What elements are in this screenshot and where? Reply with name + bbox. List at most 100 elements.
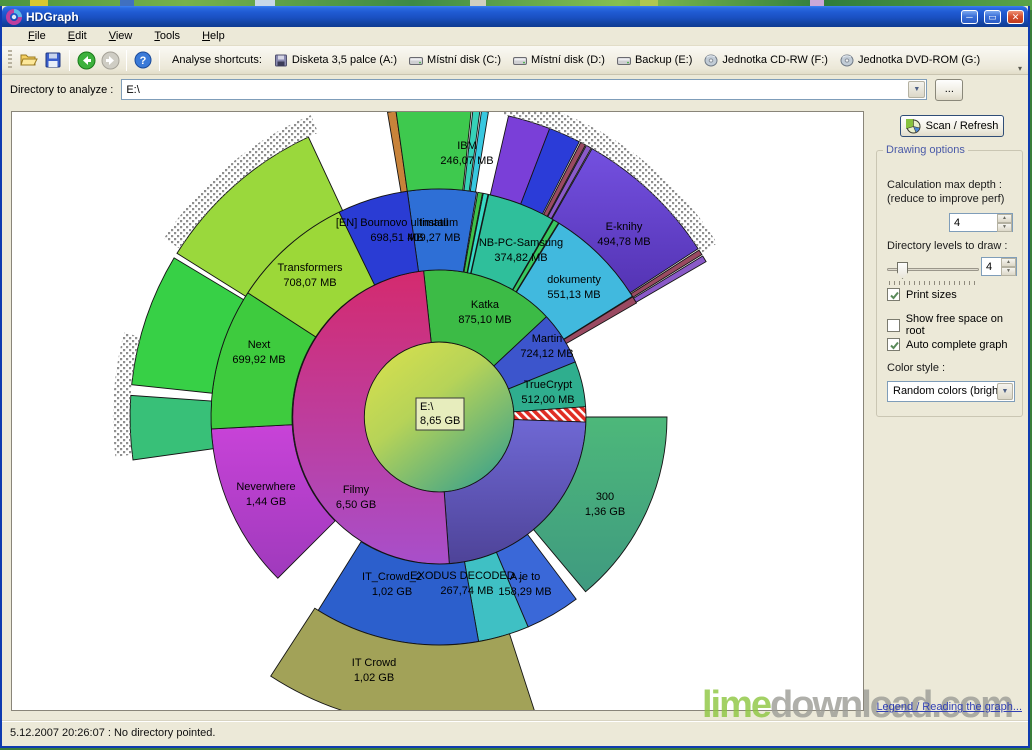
menu-item-help[interactable]: Help: [192, 28, 235, 44]
drive-shortcut-f[interactable]: Jednotka CD-RW (F:): [698, 52, 834, 69]
wedge-label: 1,02 GB: [372, 586, 412, 598]
drive-shortcut-g[interactable]: Jednotka DVD-ROM (G:): [834, 52, 986, 69]
window-title: HDGraph: [26, 10, 955, 24]
minimize-button[interactable]: ─: [961, 10, 978, 24]
spin-down-button[interactable]: ▼: [1001, 267, 1016, 276]
spin-down-button[interactable]: ▼: [997, 223, 1012, 232]
wedge-label: 1,44 GB: [246, 496, 286, 508]
levels-slider[interactable]: [887, 261, 979, 283]
wedge-label: E:\: [420, 401, 434, 413]
slider-thumb[interactable]: [897, 262, 908, 279]
app-logo-icon: [6, 9, 22, 25]
checkbox-row: Auto complete graph: [887, 338, 1008, 351]
drive-shortcut-e[interactable]: Backup (E:): [611, 52, 698, 69]
drive-shortcut-d[interactable]: Místní disk (D:): [507, 52, 611, 69]
calc-depth-spinner[interactable]: 4 ▲▼: [949, 213, 1013, 232]
maximize-button[interactable]: ▭: [984, 10, 1001, 24]
sunburst-chart[interactable]: Katka875,10 MBMartin724,12 MBTrueCrypt51…: [12, 112, 863, 710]
menu-bar: FileEditViewToolsHelp: [2, 27, 1028, 46]
levels-spinner[interactable]: 4 ▲▼: [981, 257, 1017, 276]
wedge-label: [EN] Bournovo ultimatum: [336, 217, 458, 229]
spin-up-button[interactable]: ▲: [1001, 258, 1016, 267]
wedge-label: Martin: [532, 333, 563, 345]
side-panel: Scan / Refresh Drawing options Calculati…: [868, 104, 1030, 718]
menu-item-edit[interactable]: Edit: [58, 28, 97, 44]
wedge-label: Katka: [471, 299, 500, 311]
directory-combobox[interactable]: E:\ ▼: [121, 79, 927, 100]
drawing-options-group: Drawing options Calculation max depth : …: [876, 150, 1023, 417]
checkbox-show-free-space-on-root[interactable]: [887, 319, 900, 332]
wedge-label: Transformers: [278, 262, 343, 274]
toolbar-overflow-button[interactable]: ▾: [1014, 48, 1026, 73]
legend-link[interactable]: Legend / Reading the graph...: [876, 701, 1022, 713]
combobox-dropdown-arrow[interactable]: ▼: [997, 383, 1013, 400]
open-button[interactable]: [17, 48, 41, 72]
wedge-label: 724,12 MB: [520, 348, 573, 360]
wedge-label: 374,82 MB: [494, 252, 547, 264]
drive-label: Místní disk (C:): [427, 54, 501, 66]
toolbar-grip[interactable]: [8, 50, 12, 70]
drive-shortcut-a[interactable]: Disketa 3,5 palce (A:): [268, 52, 403, 69]
svg-text:?: ?: [140, 55, 147, 67]
checkbox-row: Print sizes: [887, 288, 957, 301]
checkbox-print-sizes[interactable]: [887, 288, 900, 301]
cd-icon: [704, 54, 718, 67]
scan-refresh-button[interactable]: Scan / Refresh: [900, 115, 1004, 137]
close-button[interactable]: ✕: [1007, 10, 1024, 24]
wedge-label: 699,92 MB: [232, 354, 285, 366]
title-bar[interactable]: HDGraph ─ ▭ ✕: [2, 6, 1028, 27]
wedge-label: EXODUS DECODED...: [410, 570, 524, 582]
spin-up-button[interactable]: ▲: [997, 214, 1012, 223]
combobox-dropdown-arrow[interactable]: ▼: [908, 81, 925, 98]
wedge-label: E-knihy: [606, 221, 643, 233]
help-button[interactable]: ?: [131, 48, 155, 72]
wedge-label: 267,74 MB: [440, 585, 493, 597]
toolbar: ? Analyse shortcuts: Disketa 3,5 palce (…: [2, 46, 1028, 75]
wedge-label: 1,36 GB: [585, 506, 625, 518]
dvd-icon: [840, 54, 854, 67]
drive-shortcut-c[interactable]: Místní disk (C:): [403, 52, 507, 69]
menu-item-tools[interactable]: Tools: [144, 28, 190, 44]
open-folder-icon: [20, 52, 38, 68]
wedge-label: 246,07 MB: [440, 155, 493, 167]
wedge-label: 300: [596, 491, 614, 503]
wedge-label: 8,65 GB: [420, 415, 460, 427]
help-icon: ?: [134, 51, 152, 69]
hdgraph-window: HDGraph ─ ▭ ✕ FileEditViewToolsHelp: [0, 6, 1030, 748]
menu-item-file[interactable]: File: [18, 28, 56, 44]
wedge-segment[interactable]: [130, 395, 213, 460]
drive-label: Jednotka DVD-ROM (G:): [858, 54, 980, 66]
wedge-label: 551,13 MB: [547, 289, 600, 301]
wedge-label: 512,00 MB: [521, 394, 574, 406]
menu-item-view[interactable]: View: [99, 28, 143, 44]
checkbox-row: Show free space on root: [887, 313, 1022, 337]
color-style-combobox[interactable]: Random colors (bright) ▼: [887, 381, 1015, 402]
directory-label: Directory to analyze :: [10, 84, 113, 96]
wedge-label: 158,29 MB: [498, 586, 551, 598]
analyse-shortcuts-label: Analyse shortcuts:: [172, 54, 262, 66]
toolbar-separator: [159, 50, 160, 71]
checkbox-auto-complete-graph[interactable]: [887, 338, 900, 351]
main-area: Katka875,10 MBMartin724,12 MBTrueCrypt51…: [2, 104, 1028, 718]
color-style-label: Color style :: [887, 362, 945, 374]
wedge-label: Filmy: [343, 484, 370, 496]
forward-arrow-icon: [101, 51, 120, 70]
slider-ticks: [889, 281, 977, 285]
drive-label: Disketa 3,5 palce (A:): [292, 54, 397, 66]
drawing-options-title: Drawing options: [883, 144, 968, 156]
chart-panel: Katka875,10 MBMartin724,12 MBTrueCrypt51…: [11, 111, 864, 711]
levels-value: 4: [986, 261, 992, 273]
wedge-label: IT Crowd: [352, 657, 396, 669]
browse-button[interactable]: ...: [935, 79, 963, 101]
save-button[interactable]: [41, 48, 65, 72]
calc-depth-value: 4: [954, 217, 960, 229]
hdd-icon: [409, 54, 423, 67]
wedge-label: Neverwhere: [236, 481, 295, 493]
forward-button[interactable]: [98, 48, 122, 72]
back-button[interactable]: [74, 48, 98, 72]
wedge-label: dokumenty: [547, 274, 601, 286]
wedge-label: 1,02 GB: [354, 672, 394, 684]
back-arrow-icon: [77, 51, 96, 70]
calc-depth-sublabel: (reduce to improve perf): [887, 193, 1004, 205]
checkbox-label: Print sizes: [906, 289, 957, 301]
